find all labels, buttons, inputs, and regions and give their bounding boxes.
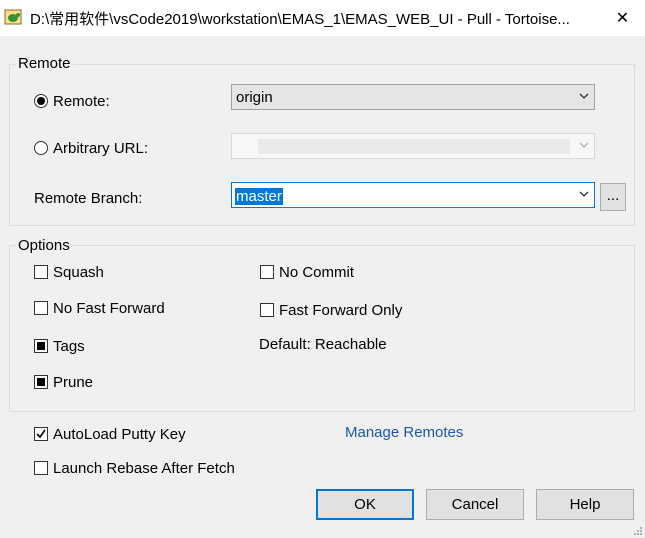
- options-group-label: Options: [16, 237, 72, 254]
- window-title: D:\常用软件\vsCode2019\workstation\EMAS_1\EM…: [30, 11, 570, 28]
- help-button[interactable]: Help: [536, 489, 634, 520]
- no-fast-forward-checkbox[interactable]: [34, 301, 48, 315]
- arbitrary-url-radio[interactable]: [34, 141, 48, 155]
- remote-radio[interactable]: [34, 94, 48, 108]
- fast-forward-only-label[interactable]: Fast Forward Only: [279, 302, 402, 319]
- autoload-putty-key-label[interactable]: AutoLoad Putty Key: [53, 426, 186, 443]
- squash-label[interactable]: Squash: [53, 264, 104, 281]
- remote-branch-combo[interactable]: master: [231, 182, 595, 208]
- resize-grip-icon[interactable]: [633, 526, 643, 536]
- fast-forward-only-checkbox[interactable]: [260, 303, 274, 317]
- arbitrary-url-input[interactable]: [231, 133, 595, 159]
- tags-label[interactable]: Tags: [53, 338, 85, 355]
- close-button[interactable]: ✕: [600, 0, 645, 36]
- dialog-client: Remote Remote: origin Arbitrary URL: Rem…: [0, 36, 645, 538]
- remote-select-value: origin: [236, 89, 273, 106]
- no-commit-checkbox[interactable]: [260, 265, 274, 279]
- close-icon: ✕: [615, 10, 630, 27]
- launch-rebase-checkbox[interactable]: [34, 461, 48, 475]
- prune-label[interactable]: Prune: [53, 374, 93, 391]
- default-reachable-text: Default: Reachable: [259, 336, 387, 353]
- ok-button-label: OK: [354, 496, 376, 513]
- help-button-label: Help: [569, 496, 601, 513]
- remote-branch-value[interactable]: master: [235, 188, 283, 205]
- autoload-putty-key-checkbox[interactable]: [34, 427, 48, 441]
- remote-group-label: Remote: [16, 55, 73, 72]
- tags-checkbox[interactable]: [34, 339, 48, 353]
- arbitrary-url-label[interactable]: Arbitrary URL:: [53, 140, 148, 157]
- launch-rebase-label[interactable]: Launch Rebase After Fetch: [53, 460, 235, 477]
- remote-radio-label[interactable]: Remote:: [53, 93, 110, 110]
- arbitrary-url-text-area: [258, 139, 570, 154]
- squash-checkbox[interactable]: [34, 265, 48, 279]
- prune-checkbox[interactable]: [34, 375, 48, 389]
- remote-select[interactable]: origin: [231, 84, 595, 110]
- no-fast-forward-label[interactable]: No Fast Forward: [53, 300, 165, 317]
- chevron-down-icon: [579, 93, 589, 99]
- remote-branch-label: Remote Branch:: [34, 190, 143, 207]
- ok-button[interactable]: OK: [316, 489, 414, 520]
- browse-branch-label: ...: [606, 186, 620, 204]
- cancel-button-label: Cancel: [451, 496, 499, 513]
- no-commit-label[interactable]: No Commit: [279, 264, 354, 281]
- tortoisegit-app-icon: [4, 9, 22, 25]
- browse-branch-button[interactable]: ...: [600, 183, 626, 211]
- manage-remotes-link[interactable]: Manage Remotes: [345, 424, 463, 441]
- chevron-down-icon: [579, 191, 589, 197]
- checkmark-icon: [36, 429, 46, 439]
- title-bar: D:\常用软件\vsCode2019\workstation\EMAS_1\EM…: [0, 0, 645, 36]
- chevron-down-icon: [579, 142, 589, 148]
- cancel-button[interactable]: Cancel: [426, 489, 524, 520]
